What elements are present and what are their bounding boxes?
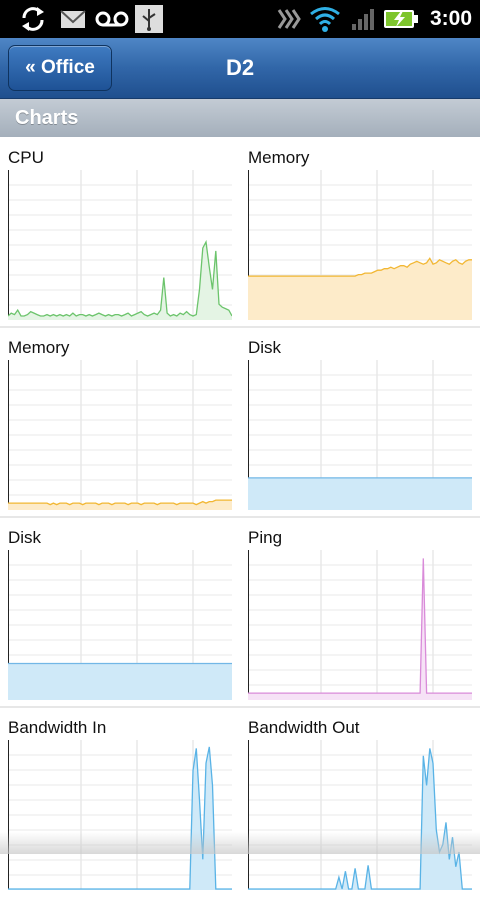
chart-cell-bandwidth-out[interactable]: Bandwidth Out: [240, 708, 480, 898]
disk-chart: [248, 360, 472, 510]
chart-cell-memory-2[interactable]: Memory: [0, 328, 240, 518]
chart-label: Ping: [248, 528, 283, 547]
battery-charging-icon: [382, 4, 420, 34]
signal-strength-icon: [274, 4, 304, 34]
series-area: [8, 746, 232, 890]
chart-label: Disk: [248, 338, 282, 357]
chart-cell-disk[interactable]: Disk: [240, 328, 480, 518]
chart-cell-memory[interactable]: Memory: [240, 138, 480, 328]
memory-chart-2: [8, 360, 232, 510]
sync-icon: [18, 4, 48, 34]
ping-chart: [248, 550, 472, 700]
series-area: [8, 663, 232, 700]
series-area: [248, 477, 472, 510]
chart-label: Bandwidth Out: [248, 718, 360, 737]
series-area: [8, 242, 232, 320]
title-bar: « Office D2: [0, 38, 480, 99]
series-line: [248, 558, 472, 694]
chart-label: Bandwidth In: [8, 718, 107, 737]
chart-label: Memory: [248, 148, 310, 167]
series-area: [8, 500, 232, 510]
wifi-icon: [308, 4, 342, 34]
chart-label: Memory: [8, 338, 70, 357]
cpu-chart: [8, 170, 232, 320]
disk-chart-2: [8, 550, 232, 700]
chart-cell-cpu[interactable]: CPU: [0, 138, 240, 328]
memory-chart: [248, 170, 472, 320]
chart-label: CPU: [8, 148, 44, 167]
status-bar: 3:00: [0, 0, 480, 38]
chart-cell-ping[interactable]: Ping: [240, 518, 480, 708]
clock-time: 3:00: [429, 7, 472, 30]
series-area: [248, 258, 472, 320]
bandwidth-out-chart: [248, 740, 472, 890]
back-button[interactable]: « Office: [8, 45, 112, 91]
chart-label: Disk: [8, 528, 42, 547]
bandwidth-in-chart: [8, 740, 232, 890]
usb-icon: [134, 4, 164, 34]
chart-cell-bandwidth-in[interactable]: Bandwidth In: [0, 708, 240, 898]
section-header: Charts: [0, 99, 480, 137]
chart-cell-disk-2[interactable]: Disk: [0, 518, 240, 708]
voicemail-icon: [94, 4, 130, 34]
cell-signal-icon: [348, 4, 378, 34]
gmail-icon: [58, 4, 88, 34]
